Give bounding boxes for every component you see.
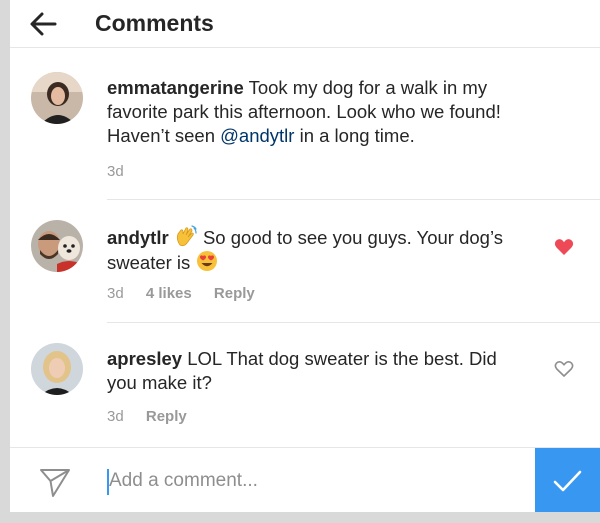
comment-item: emmatangerine Took my dog for a walk in … xyxy=(10,48,600,200)
comment-meta: 3d xyxy=(107,162,124,182)
heart-outline-icon xyxy=(554,361,574,377)
paper-plane-icon xyxy=(40,469,70,497)
comment-item: apresley LOL That dog sweater is the bes… xyxy=(10,323,600,447)
like-button[interactable] xyxy=(554,238,574,256)
waving-hand-emoji-icon xyxy=(176,225,197,247)
header-bar: Comments xyxy=(10,0,600,48)
like-button[interactable] xyxy=(554,360,574,378)
back-arrow-icon xyxy=(30,12,57,36)
comment-text: andytlr So good to see you guys. Your do… xyxy=(107,225,507,275)
comment-username[interactable]: emmatangerine xyxy=(107,77,244,98)
comment-meta: 3d Reply xyxy=(107,407,187,427)
reply-button[interactable]: Reply xyxy=(214,285,255,302)
likes-count[interactable]: 4 likes xyxy=(146,285,192,302)
comment-username[interactable]: apresley xyxy=(107,348,182,369)
comment-time: 3d xyxy=(107,408,124,425)
heart-filled-icon xyxy=(554,239,574,255)
comment-meta: 3d 4 likes Reply xyxy=(107,284,255,304)
comment-input[interactable] xyxy=(109,464,529,498)
avatar[interactable] xyxy=(31,72,83,124)
comment-item: andytlr So good to see you guys. Your do… xyxy=(10,200,600,323)
comment-time: 3d xyxy=(107,163,124,180)
checkmark-icon xyxy=(553,470,582,492)
comment-username[interactable]: andytlr xyxy=(107,227,169,248)
heart-eyes-emoji-icon xyxy=(197,251,218,271)
avatar[interactable] xyxy=(31,220,83,272)
direct-share-button[interactable] xyxy=(38,466,72,498)
comment-time: 3d xyxy=(107,285,124,302)
avatar[interactable] xyxy=(31,343,83,395)
post-comment-button[interactable] xyxy=(535,448,600,512)
comment-text: apresley LOL That dog sweater is the bes… xyxy=(107,347,507,395)
comment-text-part: in a long time. xyxy=(294,125,415,146)
comments-screen: Comments emmatangerine Took my dog for a… xyxy=(10,0,600,512)
comment-text: emmatangerine Took my dog for a walk in … xyxy=(107,76,507,148)
reply-button[interactable]: Reply xyxy=(146,408,187,425)
mention-link[interactable]: @andytlr xyxy=(220,125,294,146)
page-title: Comments xyxy=(95,10,214,36)
back-button[interactable] xyxy=(27,9,61,39)
comment-composer xyxy=(10,447,600,512)
